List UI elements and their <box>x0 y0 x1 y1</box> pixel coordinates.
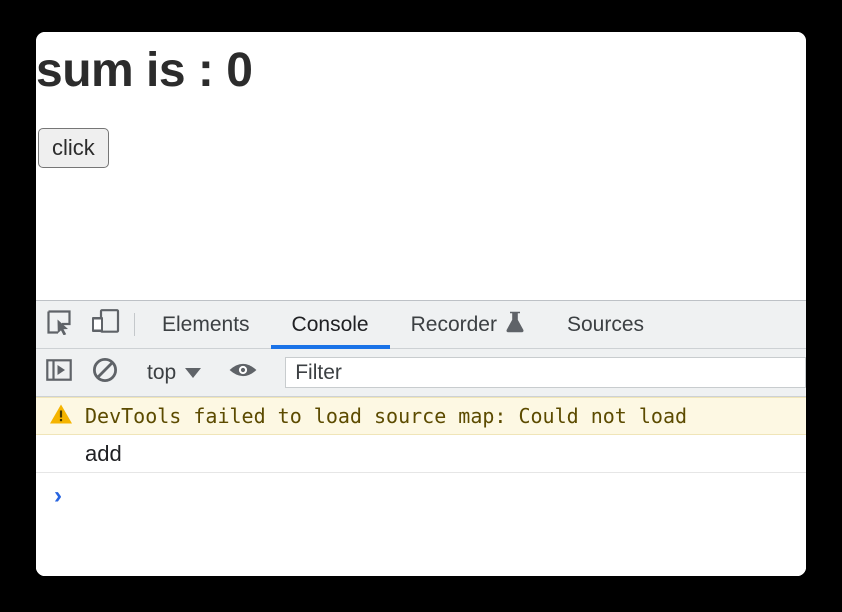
console-prompt-row[interactable]: › <box>36 473 806 519</box>
tab-sources-label: Sources <box>566 312 645 336</box>
console-message-list: DevTools failed to load source map: Coul… <box>36 397 806 576</box>
chevron-down-icon <box>185 367 202 378</box>
tab-recorder-label: Recorder <box>410 312 497 336</box>
console-log-text: add <box>85 440 122 466</box>
tab-console[interactable]: Console <box>270 301 390 349</box>
console-sidebar-toggle-button[interactable] <box>36 357 82 388</box>
inspect-cursor-icon <box>46 309 72 340</box>
execution-context-label: top <box>147 360 177 384</box>
devtools-panel: Elements Console Recorder Sources top Fi… <box>36 300 806 576</box>
console-toolbar: top <box>36 349 806 397</box>
filter-input[interactable] <box>285 357 806 388</box>
console-warning-text: DevTools failed to load source map: Coul… <box>85 404 688 428</box>
browser-window: sum is : 0 click Elements Console Record… <box>36 32 806 576</box>
prompt-chevron-icon: › <box>54 482 62 509</box>
device-toolbar-toggle-button[interactable] <box>82 301 128 348</box>
console-log-row[interactable]: add <box>36 435 806 473</box>
tab-elements-label: Elements <box>162 312 250 336</box>
console-prompt-input[interactable] <box>72 484 806 508</box>
click-button[interactable]: click <box>38 128 109 168</box>
console-sidebar-icon <box>46 357 72 388</box>
page-viewport: sum is : 0 click <box>36 32 806 300</box>
execution-context-selector[interactable]: top <box>141 361 207 385</box>
inspect-element-button[interactable] <box>36 301 82 348</box>
devtools-tabbar: Elements Console Recorder Sources <box>36 301 806 349</box>
device-toolbar-icon <box>90 309 120 340</box>
warning-triangle-icon <box>49 403 73 430</box>
tab-elements[interactable]: Elements <box>141 301 271 348</box>
tab-recorder[interactable]: Recorder <box>390 301 546 348</box>
clear-console-icon <box>92 357 118 388</box>
tab-console-label: Console <box>291 312 369 336</box>
clear-console-button[interactable] <box>82 357 128 388</box>
page-title: sum is : 0 <box>36 44 253 97</box>
tabbar-divider <box>134 313 135 336</box>
eye-icon <box>228 359 258 386</box>
flask-icon <box>505 311 525 339</box>
tab-sources[interactable]: Sources <box>546 301 665 348</box>
live-expression-button[interactable] <box>220 359 266 386</box>
console-warning-row[interactable]: DevTools failed to load source map: Coul… <box>36 397 806 435</box>
